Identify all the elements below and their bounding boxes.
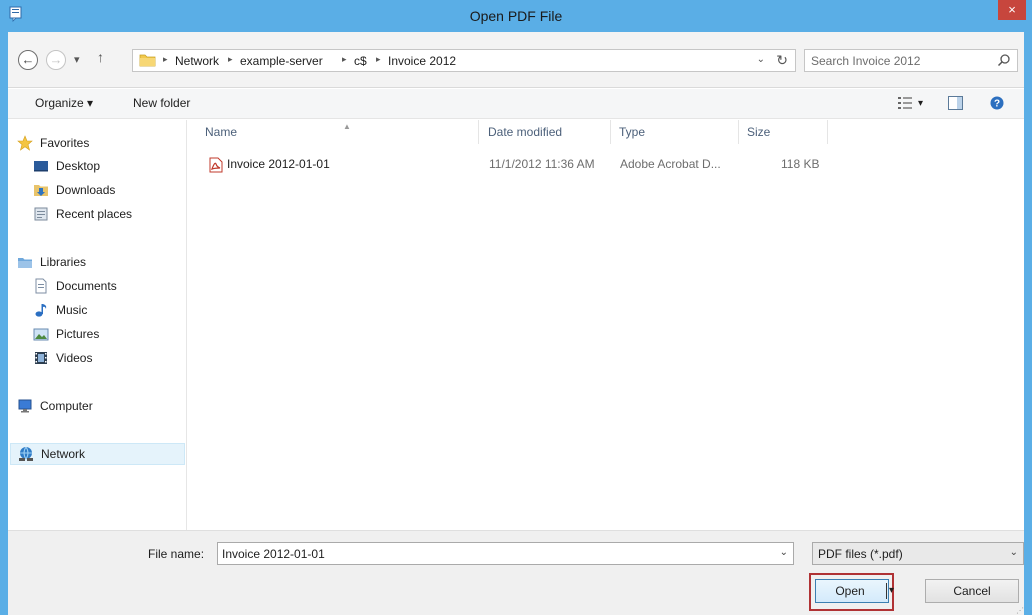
- file-row[interactable]: Invoice 2012-01-01 11/1/2012 11:36 AM Ad…: [196, 154, 819, 176]
- column-divider[interactable]: [610, 120, 611, 144]
- file-name: Invoice 2012-01-01: [227, 157, 330, 171]
- open-button[interactable]: Open ▾: [815, 579, 894, 603]
- nav-network[interactable]: Network: [10, 443, 185, 465]
- document-icon: [35, 278, 47, 294]
- sort-up-icon: ▲: [343, 122, 351, 131]
- nav-label: Documents: [56, 279, 117, 293]
- change-view-icon[interactable]: [898, 97, 912, 109]
- column-header-type[interactable]: Type: [619, 120, 645, 146]
- file-name-dropdown-icon[interactable]: ⌄: [780, 547, 788, 558]
- preview-pane-icon[interactable]: [948, 96, 963, 110]
- dialog-client-area: ← → ▾ ↑ ▸ Network ▸ example-server ▸ c$ …: [8, 32, 1024, 615]
- nav-label: Recent places: [56, 207, 133, 221]
- file-name-input[interactable]: [222, 545, 762, 562]
- downloads-folder-icon: [34, 185, 48, 196]
- file-name-label: File name:: [148, 547, 205, 561]
- refresh-icon[interactable]: ↻: [776, 52, 788, 69]
- window-title: Open PDF File: [469, 8, 563, 24]
- address-dropdown-icon[interactable]: ⌄: [757, 54, 765, 65]
- file-type-select[interactable]: PDF files (*.pdf) ⌄: [812, 542, 1024, 565]
- network-icon: [19, 446, 33, 461]
- navigation-pane: Favorites Desktop Downloads Recent place…: [8, 120, 187, 530]
- column-divider[interactable]: [738, 120, 739, 144]
- resize-grip-icon[interactable]: ⋰: [1016, 606, 1024, 615]
- column-header-size[interactable]: Size: [747, 120, 770, 146]
- file-date-modified: 11/1/2012 11:36 AM: [489, 157, 595, 171]
- breadcrumb-invoice-2012[interactable]: Invoice 2012: [388, 54, 456, 68]
- nav-desktop[interactable]: Desktop: [16, 155, 185, 177]
- nav-label: Desktop: [56, 159, 101, 173]
- star-icon: [17, 135, 33, 151]
- column-header-date-modified[interactable]: Date modified: [488, 120, 562, 146]
- file-type-dropdown-icon[interactable]: ⌄: [1010, 547, 1018, 558]
- search-icon[interactable]: [997, 53, 1011, 67]
- cancel-button[interactable]: Cancel: [925, 579, 1019, 603]
- libraries-icon: [18, 258, 32, 268]
- music-icon: [35, 304, 47, 317]
- open-split-dropdown-icon[interactable]: ▾: [889, 580, 894, 602]
- view-options-dropdown[interactable]: ▾: [918, 98, 923, 109]
- forward-button[interactable]: →: [46, 50, 66, 70]
- file-type: Adobe Acrobat D...: [620, 157, 721, 171]
- nav-documents[interactable]: Documents: [16, 275, 185, 297]
- nav-videos[interactable]: Videos: [16, 347, 185, 369]
- nav-label: Computer: [40, 399, 93, 413]
- nav-favorites[interactable]: Favorites: [16, 132, 185, 154]
- nav-label: Music: [56, 303, 88, 317]
- pdf-file-icon: [209, 157, 223, 173]
- up-button[interactable]: ↑: [97, 49, 104, 65]
- recent-locations-button[interactable]: ▾: [74, 53, 80, 66]
- file-list: Name ▲ Date modified Type Size Invoice 2…: [188, 120, 1024, 530]
- breadcrumb-c-share[interactable]: c$: [354, 54, 367, 68]
- file-name-combo[interactable]: ⌄: [217, 542, 794, 565]
- breadcrumb-network[interactable]: Network: [175, 54, 219, 68]
- search-box[interactable]: [804, 49, 1018, 72]
- breadcrumb-example-server[interactable]: example-server: [240, 54, 323, 68]
- command-toolbar: Organize ▾ New folder ▾ ?: [8, 89, 1024, 119]
- pictures-icon: [33, 328, 49, 341]
- desktop-icon: [34, 161, 48, 172]
- nav-recent-places[interactable]: Recent places: [16, 203, 185, 225]
- dialog-footer: File name: ⌄ PDF files (*.pdf) ⌄ Open ▾ …: [8, 530, 1024, 615]
- file-type-value: PDF files (*.pdf): [818, 547, 903, 561]
- column-header-name[interactable]: Name: [205, 120, 237, 146]
- folder-icon: [139, 54, 156, 67]
- file-size: 118 KB: [781, 157, 820, 171]
- breadcrumb-separator: ▸: [376, 54, 381, 64]
- search-input[interactable]: [811, 52, 991, 69]
- open-split-divider: [886, 583, 887, 599]
- nav-music[interactable]: Music: [16, 299, 185, 321]
- nav-label: Downloads: [56, 183, 116, 197]
- column-divider[interactable]: [827, 120, 828, 144]
- nav-label: Videos: [56, 351, 93, 365]
- breadcrumb-separator: ▸: [342, 54, 347, 64]
- address-bar-row: ← → ▾ ↑ ▸ Network ▸ example-server ▸ c$ …: [8, 32, 1024, 88]
- back-button[interactable]: ←: [18, 50, 38, 70]
- recent-places-icon: [34, 207, 48, 221]
- breadcrumb-separator: ▸: [228, 54, 233, 64]
- open-pdf-dialog: Open PDF File × ← → ▾ ↑ ▸ Network ▸ exam…: [0, 0, 1032, 615]
- nav-computer[interactable]: Computer: [16, 395, 185, 417]
- breadcrumb-separator: ▸: [163, 54, 168, 64]
- close-button[interactable]: ×: [998, 0, 1026, 20]
- nav-pictures[interactable]: Pictures: [16, 323, 185, 345]
- title-bar[interactable]: Open PDF File ×: [0, 0, 1032, 32]
- nav-label: Network: [41, 447, 86, 461]
- nav-label: Pictures: [56, 327, 100, 341]
- nav-libraries[interactable]: Libraries: [16, 251, 185, 273]
- open-button-label: Open: [835, 584, 865, 598]
- column-divider[interactable]: [478, 120, 479, 144]
- nav-downloads[interactable]: Downloads: [16, 179, 185, 201]
- svg-text:?: ?: [994, 99, 1000, 110]
- nav-label: Favorites: [40, 136, 90, 150]
- help-icon[interactable]: ?: [990, 96, 1004, 110]
- organize-button[interactable]: Organize ▾: [35, 96, 93, 110]
- address-box[interactable]: ▸ Network ▸ example-server ▸ c$ ▸ Invoic…: [132, 49, 796, 72]
- video-icon: [35, 352, 47, 364]
- computer-icon: [18, 399, 32, 413]
- nav-label: Libraries: [40, 255, 87, 269]
- new-folder-button[interactable]: New folder: [133, 96, 190, 110]
